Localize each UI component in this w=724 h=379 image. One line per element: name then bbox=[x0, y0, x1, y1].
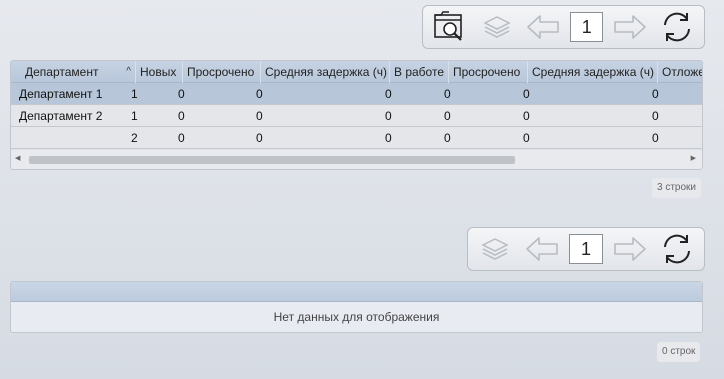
column-header-label: Департамент bbox=[25, 65, 99, 79]
table-row[interactable]: Департамент 2 1 0 0 0 0 0 0 bbox=[11, 105, 702, 127]
table-cell: Департамент 2 bbox=[19, 109, 103, 123]
empty-message: Нет данных для отображения bbox=[273, 310, 440, 324]
row-count-badge: 3 строки bbox=[652, 178, 702, 198]
table-cell: 0 bbox=[652, 131, 659, 145]
table-cell: 0 bbox=[523, 131, 530, 145]
sort-asc-icon[interactable]: ^ bbox=[126, 61, 131, 83]
table-header: Департамент ^ Новых Просрочено Средняя з… bbox=[11, 61, 702, 83]
layers-icon bbox=[481, 238, 510, 260]
layers-button[interactable] bbox=[474, 231, 517, 267]
window-search-icon bbox=[434, 11, 463, 41]
table-cell: 2 bbox=[131, 131, 138, 145]
prev-page-button[interactable] bbox=[521, 231, 564, 267]
next-page-button[interactable] bbox=[609, 9, 651, 45]
arrow-left-icon bbox=[526, 237, 558, 261]
table-row-total[interactable]: 2 0 0 0 0 0 0 bbox=[11, 127, 702, 149]
table-cell: 0 bbox=[523, 109, 530, 123]
row-count-badge: 0 строк bbox=[657, 342, 701, 362]
table-cell: 0 bbox=[256, 109, 263, 123]
page-number-field[interactable]: 1 bbox=[570, 12, 604, 42]
column-header[interactable]: В работе bbox=[390, 61, 449, 83]
table-cell: 0 bbox=[444, 131, 451, 145]
column-header[interactable]: Новых bbox=[136, 61, 183, 83]
scrollbar-thumb[interactable] bbox=[29, 156, 515, 164]
layers-icon bbox=[482, 16, 511, 38]
table-cell: 0 bbox=[178, 87, 185, 101]
table-cell: 0 bbox=[652, 109, 659, 123]
table-cell: 0 bbox=[178, 131, 185, 145]
empty-table: Нет данных для отображения bbox=[10, 281, 703, 333]
table-cell: 0 bbox=[652, 87, 659, 101]
table-cell: 1 bbox=[131, 109, 138, 123]
table-cell: 0 bbox=[444, 109, 451, 123]
column-header[interactable]: Отложено bbox=[658, 61, 702, 83]
search-report-button[interactable] bbox=[429, 9, 471, 45]
table-cell: 0 bbox=[178, 109, 185, 123]
refresh-icon bbox=[663, 234, 690, 264]
refresh-button[interactable] bbox=[655, 231, 698, 267]
table-cell: 0 bbox=[523, 87, 530, 101]
table-cell: 0 bbox=[444, 87, 451, 101]
table-cell: Департамент 1 bbox=[19, 87, 103, 101]
horizontal-scrollbar[interactable]: ◀ ▶ bbox=[11, 150, 702, 169]
column-header[interactable]: Средняя задержка (ч) bbox=[528, 61, 658, 83]
bottom-toolbar: 1 bbox=[467, 227, 705, 271]
table-cell: 0 bbox=[256, 131, 263, 145]
refresh-button[interactable] bbox=[656, 9, 698, 45]
table-cell: 0 bbox=[385, 87, 392, 101]
arrow-right-icon bbox=[614, 15, 647, 39]
column-header[interactable]: Просрочено bbox=[183, 61, 261, 83]
next-page-button[interactable] bbox=[609, 231, 652, 267]
table-cell: 0 bbox=[385, 131, 392, 145]
scroll-right-icon[interactable]: ▶ bbox=[691, 154, 696, 162]
layers-button[interactable] bbox=[475, 9, 517, 45]
top-toolbar: 1 bbox=[422, 5, 705, 49]
table-header bbox=[11, 282, 702, 302]
prev-page-button[interactable] bbox=[522, 9, 564, 45]
table-row[interactable]: Департамент 1 1 0 0 0 0 0 0 bbox=[11, 83, 702, 105]
department-stats-table: Департамент ^ Новых Просрочено Средняя з… bbox=[10, 60, 703, 170]
scroll-left-icon[interactable]: ◀ bbox=[15, 154, 20, 162]
table-cell: 0 bbox=[256, 87, 263, 101]
refresh-icon bbox=[663, 12, 690, 42]
page-number-field[interactable]: 1 bbox=[569, 234, 603, 264]
table-cell: 1 bbox=[131, 87, 138, 101]
column-header[interactable]: Просрочено bbox=[449, 61, 528, 83]
arrow-right-icon bbox=[614, 237, 646, 261]
table-cell: 0 bbox=[385, 109, 392, 123]
column-header[interactable]: Департамент ^ bbox=[11, 61, 136, 83]
arrow-left-icon bbox=[527, 15, 559, 39]
column-header[interactable]: Средняя задержка (ч) bbox=[261, 61, 390, 83]
